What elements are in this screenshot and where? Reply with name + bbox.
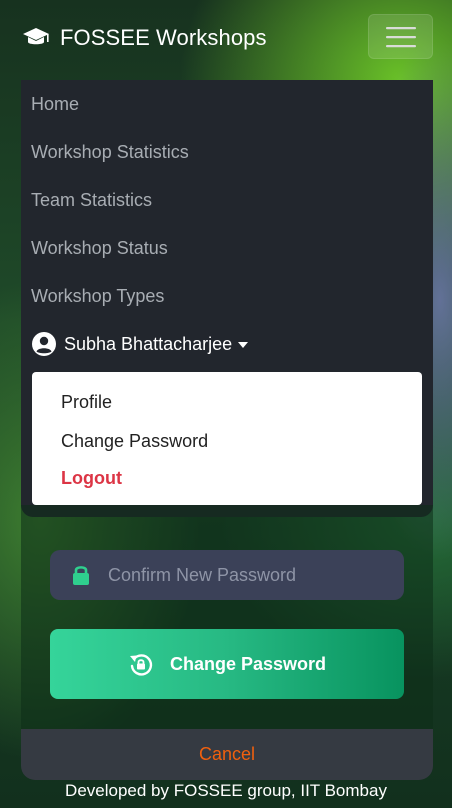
nav-item-workshop-types[interactable]: Workshop Types	[31, 283, 164, 309]
confirm-password-field[interactable]	[50, 550, 404, 600]
nav-item-team-statistics[interactable]: Team Statistics	[31, 187, 152, 213]
cancel-link[interactable]: Cancel	[199, 744, 255, 765]
navbar: FOSSEE Workshops	[0, 0, 452, 78]
dropdown-item-logout[interactable]: Logout	[61, 465, 122, 491]
page-footer: Developed by FOSSEE group, IIT Bombay	[65, 781, 387, 800]
brand-text: FOSSEE Workshops	[60, 25, 267, 50]
collapsed-nav-menu: Home Workshop Statistics Team Statistics…	[21, 80, 433, 517]
dropdown-item-profile[interactable]: Profile	[61, 389, 112, 415]
graduation-cap-icon	[23, 28, 49, 45]
user-circle-icon	[32, 332, 56, 356]
nav-item-workshop-statistics[interactable]: Workshop Statistics	[31, 139, 189, 165]
change-password-button[interactable]: Change Password	[50, 629, 404, 699]
nav-item-workshop-status[interactable]: Workshop Status	[31, 235, 168, 261]
user-dropdown-menu: Profile Change Password Logout	[32, 372, 422, 505]
navbar-toggler-button[interactable]	[368, 14, 433, 59]
hamburger-icon	[385, 26, 416, 47]
user-dropdown-toggle[interactable]: Subha Bhattacharjee	[32, 330, 249, 358]
card-footer: Cancel	[21, 729, 433, 780]
nav-item-home[interactable]: Home	[31, 91, 79, 117]
change-password-card: Change Password Cancel	[21, 505, 433, 780]
caret-down-icon	[238, 342, 249, 348]
change-password-button-label: Change Password	[169, 653, 327, 674]
lock-reset-icon	[129, 654, 153, 676]
dropdown-item-change-password[interactable]: Change Password	[61, 428, 208, 454]
user-name: Subha Bhattacharjee	[64, 333, 233, 354]
brand-link[interactable]: FOSSEE Workshops	[22, 24, 267, 52]
lock-icon	[73, 566, 89, 585]
confirm-password-input[interactable]	[108, 564, 378, 586]
